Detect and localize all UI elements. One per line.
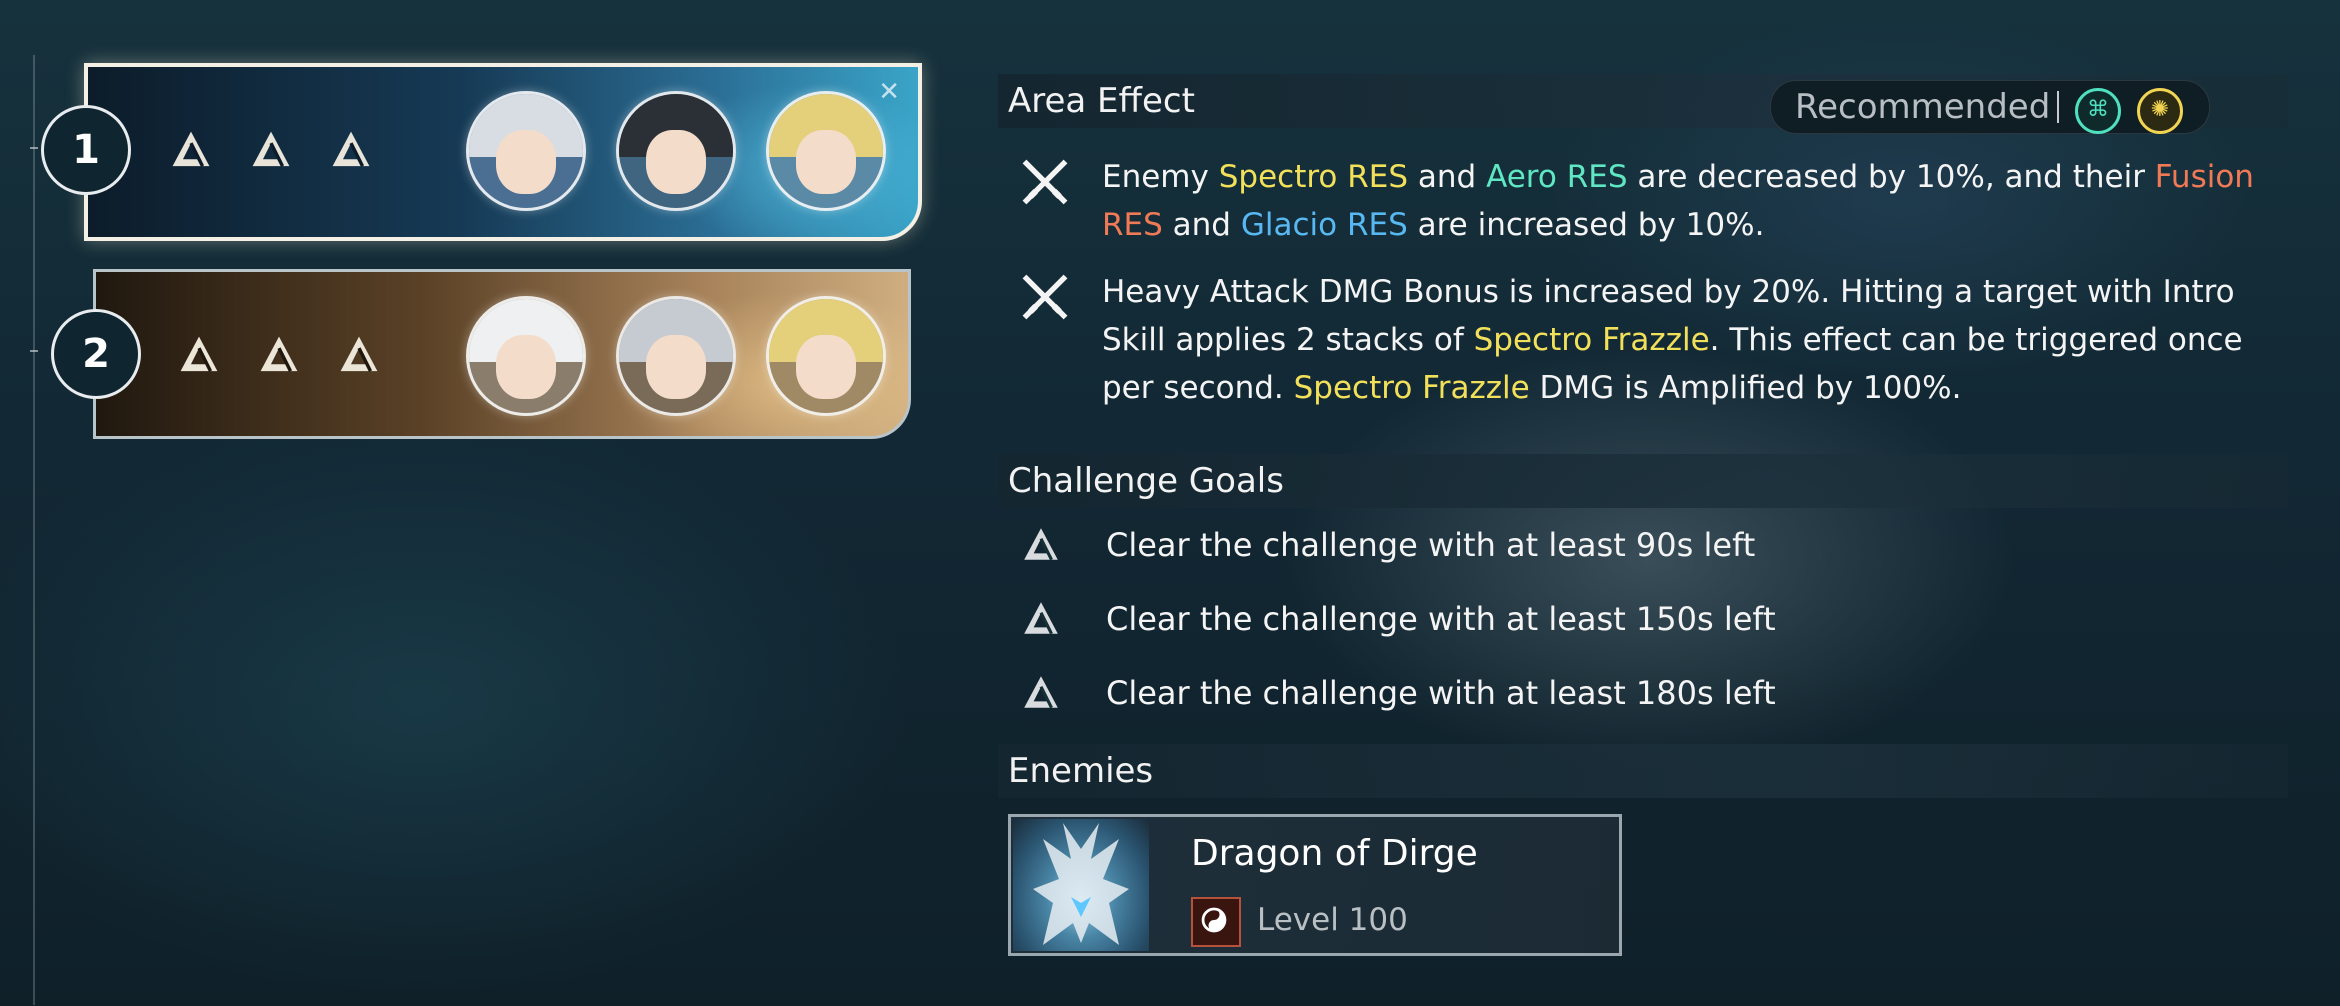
enemy-portrait [1013,819,1149,951]
enemies-header: Enemies [998,744,2288,798]
character-portrait [466,296,586,416]
area-effect-header: Area Effect Recommended ⌘ ✺ [998,74,2288,134]
goal-star-icon [172,131,210,167]
havoc-element-icon [1191,897,1241,947]
challenge-goal-text: Clear the challenge with at least 90s le… [1106,526,1756,564]
timeline-tick [30,350,38,352]
team-number-badge: 1 [41,105,131,195]
crossed-swords-icon [1022,274,1068,320]
goal-star-icon [1024,528,1058,561]
dragon-silhouette-icon [1033,823,1129,945]
recommended-elements[interactable]: Recommended ⌘ ✺ [1770,80,2210,134]
enemy-card[interactable]: Dragon of Dirge Level 100 [1008,814,1622,956]
timeline-line [33,55,35,1005]
team-card-1[interactable]: ✕ [84,63,922,241]
spectro-icon: ✺ [2137,88,2183,134]
recommended-label: Recommended [1795,87,2051,127]
area-effect-item: Enemy Spectro RES and Aero RES are decre… [1018,153,2288,249]
area-effect-text: Enemy Spectro RES and Aero RES are decre… [1102,159,2254,243]
crossed-swords-icon [1022,159,1068,205]
challenge-goals-title: Challenge Goals [1008,461,1284,501]
team-close-icon[interactable]: ✕ [878,77,900,107]
goal-star-icon [1024,676,1058,709]
goal-star-icon [252,131,290,167]
team-number-badge: 2 [51,309,141,399]
team-goal-icons [176,332,382,378]
team-portraits [466,91,886,211]
goal-star-icon [1024,602,1058,635]
aero-icon: ⌘ [2075,88,2121,134]
enemy-level: Level 100 [1257,902,1408,938]
enemies-title: Enemies [1008,751,1154,791]
challenge-goal-text: Clear the challenge with at least 180s l… [1106,674,1776,712]
goal-star-icon [340,336,378,372]
goal-star-icon [332,131,370,167]
character-portrait [766,91,886,211]
character-portrait [616,91,736,211]
timeline-tick [30,147,38,149]
area-effect-text: Heavy Attack DMG Bonus is increased by 2… [1102,274,2243,406]
goal-star-icon [180,336,218,372]
character-portrait [466,91,586,211]
challenge-goals-header: Challenge Goals [998,454,2288,508]
area-effect-item: Heavy Attack DMG Bonus is increased by 2… [1018,268,2288,414]
team-goal-icons [168,127,374,173]
team-card-2[interactable] [93,269,911,439]
character-portrait [766,296,886,416]
challenge-goal-text: Clear the challenge with at least 150s l… [1106,600,1776,638]
area-effect-title: Area Effect [1008,81,1195,121]
goal-star-icon [260,336,298,372]
enemy-name: Dragon of Dirge [1191,833,1478,874]
character-portrait [616,296,736,416]
divider [2057,91,2059,123]
team-portraits [466,296,886,416]
